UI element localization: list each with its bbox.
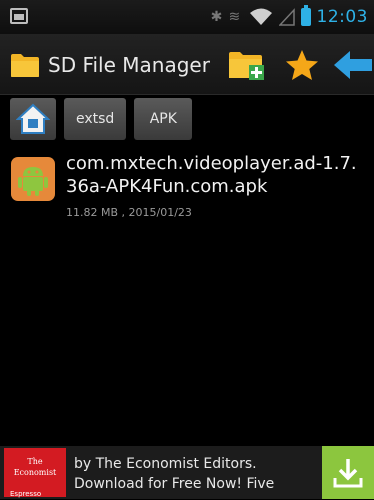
app-title: SD File Manager [48, 53, 210, 77]
breadcrumb-apk[interactable]: APK [134, 98, 193, 140]
status-bar: ✱ ≋ 12:03 [0, 0, 374, 34]
image-notification-icon [10, 8, 28, 24]
battery-icon [300, 5, 311, 26]
ad-line-1: by The Economist Editors. [74, 456, 257, 472]
bluetooth-icon: ✱ [210, 9, 223, 25]
status-icons: ✱ ≋ 12:03 [210, 5, 369, 28]
ad-download-button[interactable] [322, 446, 374, 499]
list-item[interactable]: com.mxtech.videoplayer.ad-1.7.36a-APK4Fu… [10, 150, 370, 222]
status-time: 12:03 [316, 7, 368, 27]
wifi-icon [249, 8, 272, 25]
new-folder-button[interactable] [226, 48, 266, 82]
home-icon [16, 103, 50, 134]
breadcrumb: extsd APK [10, 98, 193, 140]
file-name: com.mxtech.videoplayer.ad-1.7.36a-APK4Fu… [66, 153, 357, 197]
android-apk-icon [11, 157, 55, 201]
economist-logo: The Economist Espresso [4, 448, 66, 498]
ad-banner[interactable]: The Economist Espresso by The Economist … [0, 446, 374, 499]
signal-icon [278, 8, 295, 26]
ad-text: by The Economist Editors. Download for F… [74, 454, 274, 494]
breadcrumb-home[interactable] [10, 98, 56, 140]
breadcrumb-extsd[interactable]: extsd [64, 98, 127, 140]
action-bar: SD File Manager [0, 34, 374, 95]
back-arrow-icon [334, 51, 372, 79]
download-icon [333, 458, 363, 487]
back-button[interactable] [332, 48, 372, 82]
ad-line-2: Download for Free Now! Five [74, 476, 275, 492]
vibrate-icon: ≋ [228, 9, 241, 25]
file-meta: 11.82 MB , 2015/01/23 [66, 206, 192, 219]
ad-logo-sub: Espresso [10, 490, 42, 498]
folder-app-icon [11, 54, 39, 77]
new-folder-icon [229, 52, 264, 80]
star-icon [286, 50, 318, 80]
favorites-button[interactable] [282, 48, 322, 82]
